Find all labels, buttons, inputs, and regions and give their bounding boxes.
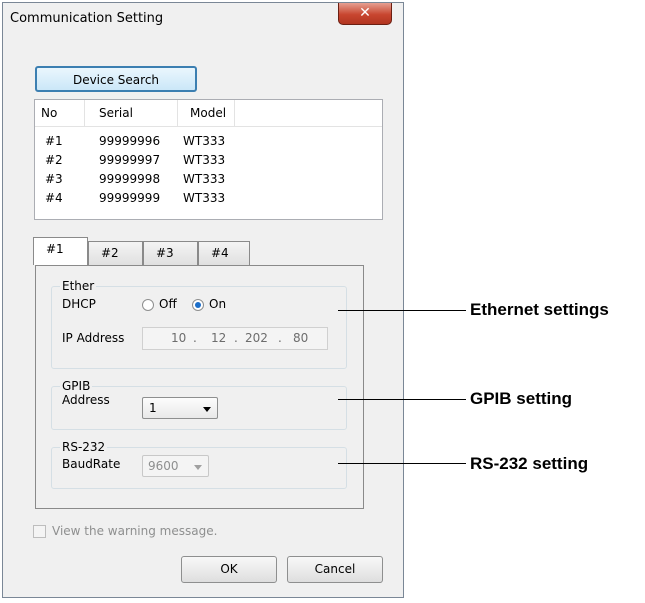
row-model: WT333 (183, 153, 226, 167)
dhcp-off-radio[interactable] (142, 299, 154, 311)
device-list-header: No Serial Model (35, 100, 382, 127)
tab-3[interactable]: #3 (143, 241, 198, 265)
row-model: WT333 (183, 191, 226, 205)
row-serial: 99999997 (99, 153, 161, 167)
ip-octet-4: 80 (293, 331, 309, 345)
table-row[interactable]: #3 99999998 WT333 (35, 170, 382, 189)
tab-panel: Ether DHCP Off On IP Address 10 . 12 . 2… (35, 265, 364, 509)
baudrate-label: BaudRate (62, 457, 121, 471)
table-row[interactable]: #1 99999996 WT333 (35, 132, 382, 151)
window-title: Communication Setting (10, 11, 164, 26)
tab-4[interactable]: #4 (198, 241, 250, 265)
row-no: #4 (45, 191, 63, 205)
rs232-group: RS-232 BaudRate 9600 (51, 440, 347, 489)
baudrate-value: 9600 (148, 459, 179, 473)
rs232-annotation: RS-232 setting (470, 454, 589, 473)
column-header-model[interactable]: Model (178, 100, 235, 126)
gpib-address-value: 1 (149, 401, 157, 415)
gpib-annotation: GPIB setting (470, 389, 573, 408)
gpib-annotation-line (338, 399, 466, 400)
gpib-address-label: Address (62, 393, 110, 407)
gpib-address-select[interactable]: 1 (142, 397, 218, 419)
row-model: WT333 (183, 134, 226, 148)
dhcp-on-radio[interactable] (192, 299, 204, 311)
row-no: #3 (45, 172, 63, 186)
dhcp-off-label[interactable]: Off (159, 297, 177, 311)
tab-2[interactable]: #2 (88, 241, 143, 265)
rs232-annotation-line (338, 463, 466, 464)
close-icon: ✕ (359, 5, 371, 21)
ether-group: Ether DHCP Off On IP Address 10 . 12 . 2… (51, 279, 347, 369)
ip-address-label: IP Address (62, 331, 125, 345)
title-bar: Communication Setting ✕ (3, 3, 403, 33)
tab-1[interactable]: #1 (33, 237, 88, 265)
row-no: #2 (45, 153, 63, 167)
row-model: WT333 (183, 172, 226, 186)
ether-group-label: Ether (60, 279, 97, 293)
cancel-button[interactable]: Cancel (287, 556, 383, 583)
rs232-group-label: RS-232 (60, 440, 108, 454)
view-warning-checkbox[interactable] (33, 525, 46, 538)
row-no: #1 (45, 134, 63, 148)
ip-dot: . (278, 331, 282, 345)
table-row[interactable]: #2 99999997 WT333 (35, 151, 382, 170)
ip-dot: . (193, 331, 197, 345)
ethernet-annotation: Ethernet settings (470, 300, 609, 319)
chevron-down-icon (203, 407, 211, 412)
row-serial: 99999996 (99, 134, 161, 148)
ip-dot: . (234, 331, 238, 345)
dhcp-on-label[interactable]: On (209, 297, 226, 311)
ethernet-annotation-line (338, 310, 466, 311)
row-serial: 99999999 (99, 191, 161, 205)
dhcp-label: DHCP (62, 297, 96, 311)
row-serial: 99999998 (99, 172, 161, 186)
ip-octet-3: 202 (245, 331, 268, 345)
column-header-serial[interactable]: Serial (85, 100, 178, 126)
device-search-button[interactable]: Device Search (35, 66, 197, 92)
table-row[interactable]: #4 99999999 WT333 (35, 189, 382, 208)
baudrate-select[interactable]: 9600 (142, 455, 209, 477)
view-warning-label[interactable]: View the warning message. (52, 524, 217, 538)
device-list[interactable]: No Serial Model #1 99999996 WT333 #2 999… (34, 99, 383, 220)
ip-address-field[interactable]: 10 . 12 . 202 . 80 (142, 327, 328, 350)
ip-octet-1: 10 (171, 331, 187, 345)
column-header-no[interactable]: No (35, 100, 85, 126)
ok-button[interactable]: OK (181, 556, 277, 583)
close-button[interactable]: ✕ (338, 3, 392, 25)
gpib-group: GPIB Address 1 (51, 379, 347, 430)
communication-setting-dialog: Communication Setting ✕ Device Search No… (2, 2, 404, 598)
ip-octet-2: 12 (211, 331, 227, 345)
gpib-group-label: GPIB (60, 379, 93, 393)
chevron-down-icon (194, 465, 202, 470)
